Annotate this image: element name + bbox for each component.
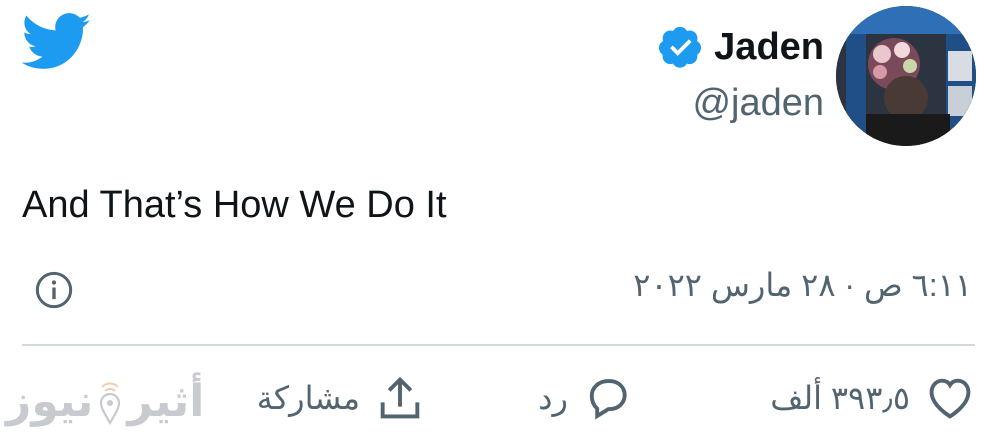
- share-button[interactable]: مشاركة: [257, 372, 426, 424]
- share-label: مشاركة: [256, 380, 360, 416]
- reply-label: رد: [538, 380, 568, 416]
- info-icon[interactable]: [34, 270, 74, 310]
- watermark-text-2: نيوز: [6, 377, 94, 426]
- watermark-logo: أثير نيوز: [6, 376, 204, 427]
- location-pin-icon: [100, 382, 121, 425]
- avatar-image: [836, 6, 976, 146]
- share-upload-icon: [380, 376, 420, 419]
- like-button[interactable]: ٣٩٣٫٥ ألف: [770, 372, 976, 424]
- watermark-text-1: أثير: [127, 377, 205, 426]
- user-handle[interactable]: @jaden: [692, 82, 824, 125]
- avatar[interactable]: [836, 6, 976, 146]
- like-count: ٣٩٣٫٥ ألف: [770, 380, 910, 416]
- tweet-text: And That’s How We Do It: [22, 184, 447, 226]
- reply-bubble-icon: [589, 379, 627, 420]
- divider: [22, 344, 975, 346]
- heart-icon: [929, 378, 971, 419]
- verified-badge-icon: [659, 26, 702, 68]
- reply-button[interactable]: رد: [538, 372, 634, 424]
- user-name-row[interactable]: Jaden: [658, 24, 824, 70]
- display-name: Jaden: [714, 25, 824, 68]
- twitter-bird-icon: [22, 13, 91, 69]
- tweet-timestamp[interactable]: ٦:١١ ص · ٢٨ مارس ٢٠٢٢: [633, 266, 972, 304]
